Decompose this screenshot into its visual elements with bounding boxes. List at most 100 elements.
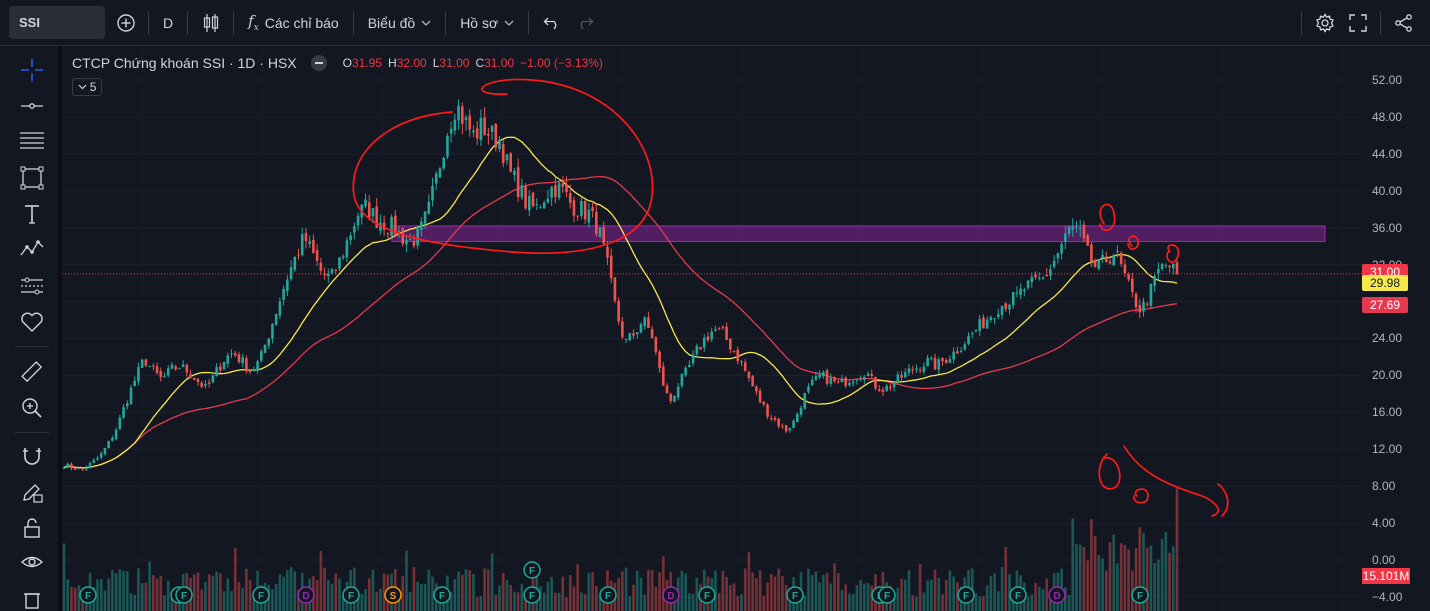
candle-body: [743, 362, 747, 371]
volume-bar: [729, 585, 732, 611]
redo-button[interactable]: [568, 6, 601, 39]
resistance-zone[interactable]: [391, 225, 1326, 243]
lock-icon: [24, 518, 40, 538]
settings-button[interactable]: [1308, 6, 1341, 39]
undo-button[interactable]: [535, 6, 568, 39]
candle-body: [468, 115, 472, 130]
volume-bar: [944, 579, 948, 611]
event-marker: F: [1009, 586, 1027, 604]
chevron-down-icon: [421, 20, 431, 26]
candle-body: [922, 366, 926, 372]
lock-all-tool[interactable]: [16, 512, 48, 544]
fullscreen-button[interactable]: [1341, 6, 1374, 39]
separator: [1301, 10, 1302, 35]
candle-body: [1023, 290, 1026, 292]
indicators-collapse-button[interactable]: 5: [72, 78, 102, 96]
candle-body: [528, 195, 531, 211]
volume-bar: [997, 591, 1000, 611]
open-value: 31.95: [352, 56, 383, 70]
volume-bar: [572, 586, 576, 611]
volume-bar: [159, 575, 163, 611]
price-chart[interactable]: FFFFDFSFFFFDFFFFFFDFF: [62, 46, 1362, 611]
prediction-tool[interactable]: [16, 270, 48, 302]
volume-bar: [1037, 586, 1041, 611]
volume-bar: [487, 569, 490, 611]
hide-drawings-tool[interactable]: [16, 546, 48, 578]
candle-body: [1067, 226, 1071, 234]
zoom-tool[interactable]: [16, 392, 48, 424]
candle-body: [189, 374, 192, 378]
volume-bar: [233, 547, 237, 611]
volume-bar: [647, 569, 650, 611]
volume-bar: [1112, 534, 1116, 611]
volume-bar: [1086, 560, 1089, 611]
toolbar-right: [1295, 6, 1420, 39]
symbol-search[interactable]: SSI: [9, 6, 105, 39]
candle-body: [159, 371, 163, 378]
volume-bar: [427, 569, 431, 611]
crosshair-tool[interactable]: [16, 54, 48, 86]
lock-drawing-tool[interactable]: [16, 476, 48, 508]
symbol-title[interactable]: CTCP Chứng khoán SSI · 1D · HSX: [72, 55, 297, 71]
volume-bar: [166, 580, 170, 611]
trend-line-tool[interactable]: [16, 90, 48, 122]
candle-body: [531, 192, 535, 207]
add-symbol-button[interactable]: [109, 6, 142, 39]
hand-drawn-annotations[interactable]: [352, 78, 1229, 517]
volume-bar: [755, 578, 758, 611]
close-key: C: [475, 56, 485, 70]
favorites-tool[interactable]: [16, 306, 48, 338]
magnet-tool[interactable]: [16, 440, 48, 472]
symbol-status-badge[interactable]: [310, 55, 327, 71]
chart-menu-button[interactable]: Biểu đồ: [360, 6, 439, 39]
candle-body: [1041, 277, 1045, 279]
volume-bar: [844, 584, 848, 611]
text-tool[interactable]: [16, 198, 48, 230]
candle-body: [226, 355, 230, 364]
volume-bar: [326, 579, 330, 611]
volume-bar: [129, 593, 133, 611]
volume-bar: [982, 596, 985, 611]
candle-body: [386, 233, 390, 235]
measure-tool[interactable]: [16, 356, 48, 388]
share-button[interactable]: [1387, 6, 1420, 39]
indicators-button[interactable]: fx Các chỉ báo: [240, 6, 347, 39]
candle-body: [1168, 265, 1171, 268]
pattern-tool[interactable]: [16, 232, 48, 264]
candle-body: [662, 366, 665, 386]
candle-body: [836, 381, 840, 383]
volume-bar: [1045, 578, 1049, 611]
ma-short-label: 29.98: [1362, 275, 1408, 292]
interval-button[interactable]: D: [155, 6, 181, 39]
annotation-stroke: [1133, 488, 1149, 504]
candle-body: [516, 167, 520, 197]
volume-bar: [464, 569, 468, 611]
candle-body: [799, 407, 803, 415]
volume-bar: [412, 567, 416, 611]
candle-body: [163, 376, 166, 378]
candle-body: [822, 371, 825, 377]
candle-body: [509, 153, 512, 172]
volume-bar: [1157, 559, 1160, 611]
candle-body: [133, 380, 137, 387]
event-marker: F: [1131, 586, 1149, 604]
event-marker-label: F: [181, 591, 187, 602]
candle-body: [289, 267, 293, 280]
fib-tool[interactable]: [16, 124, 48, 156]
volume-bar: [546, 581, 550, 611]
candle-body: [501, 144, 505, 163]
event-marker: F: [523, 586, 541, 604]
event-marker-label: F: [439, 591, 445, 602]
volume-bar: [1108, 542, 1112, 611]
volume-bar: [472, 573, 475, 611]
candle-body: [628, 332, 632, 341]
price-scale[interactable]: 52.0048.0044.0040.0036.0032.0028.0024.00…: [1362, 46, 1430, 611]
remove-drawings-tool[interactable]: [16, 582, 48, 611]
chart-type-button[interactable]: [194, 6, 227, 39]
chart-pane[interactable]: FFFFDFSFFFFDFFFFFFDFF: [62, 46, 1362, 611]
shape-tool[interactable]: [16, 162, 48, 194]
volume-bar: [952, 576, 955, 611]
profile-menu-button[interactable]: Hồ sơ: [452, 6, 522, 39]
separator: [14, 432, 50, 433]
volume-bar: [624, 567, 628, 611]
